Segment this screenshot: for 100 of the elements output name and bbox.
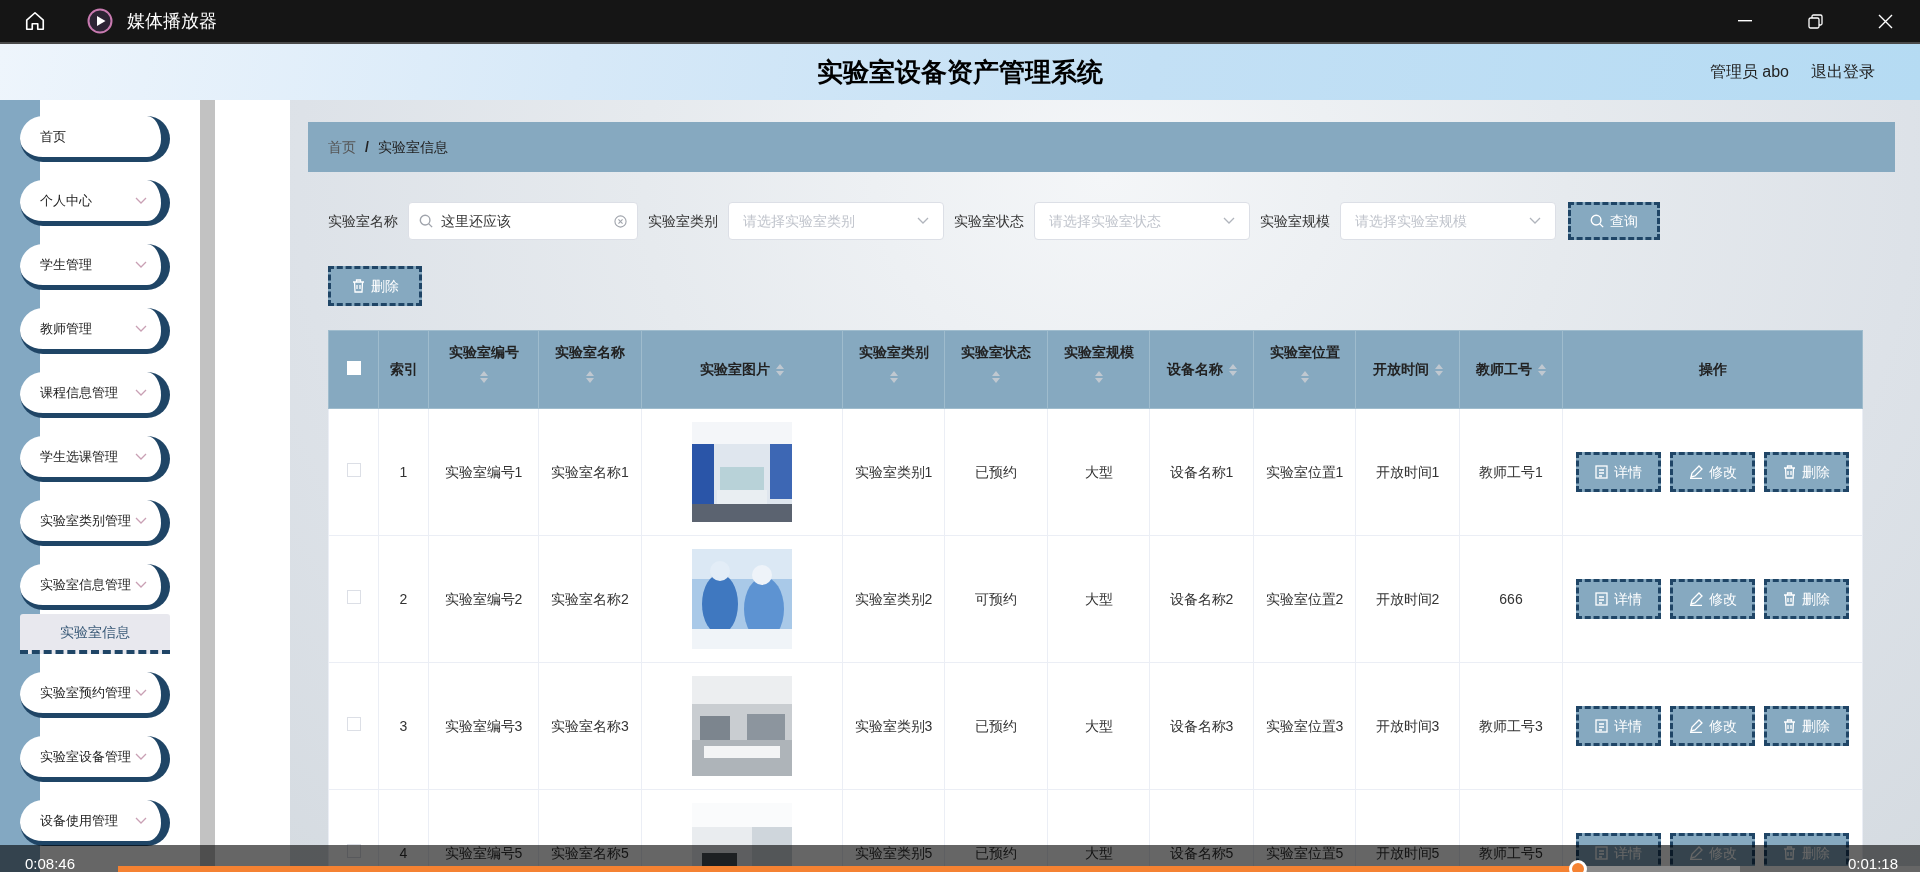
checkbox[interactable] [346,463,361,477]
table-cell: 4 [399,845,408,861]
table-cell: 设备名称1 [1169,464,1234,480]
column-label: 开放时间 [1372,360,1429,379]
column-label: 实验室图片 [700,360,770,379]
logout-link[interactable]: 退出登录 [1811,60,1875,84]
column-label: 实验室规模 [1063,342,1134,362]
checkbox[interactable] [346,590,361,604]
checkbox[interactable] [346,717,361,731]
menu-label: 实验室预约管理 [40,683,131,702]
sidebar-item[interactable]: 实验室类别管理 [20,500,170,546]
menu-label: 实验室类别管理 [40,511,131,530]
trash-icon [1783,465,1796,479]
table-cell: 2 [399,591,408,607]
chevron-down-icon [135,752,147,761]
table-cell: 设备名称2 [1169,591,1234,607]
sort-icon[interactable] [1228,363,1237,376]
table-cell: 已预约 [975,845,1017,861]
sort-icon[interactable] [776,363,784,376]
sidebar-item[interactable]: 课程信息管理 [20,372,170,418]
select-field[interactable]: 请选择实验室规模 [1340,202,1556,240]
select-field[interactable]: 请选择实验室类别 [728,202,944,240]
table-cell: 实验室名称5 [551,845,629,861]
sidebar-item[interactable]: 实验室设备管理 [20,736,170,782]
menu-label: 实验室信息管理 [40,575,131,594]
sidebar-item[interactable]: 个人中心 [20,180,170,226]
sort-icon[interactable] [992,370,1000,383]
table-cell: 实验室名称3 [551,718,629,734]
sidebar-item[interactable]: 首页 [20,116,170,162]
sort-icon[interactable] [479,370,488,383]
menu-label: 课程信息管理 [40,383,118,402]
table-cell: 实验室编号3 [444,718,523,734]
query-button[interactable]: 查询 [1568,202,1660,240]
sort-icon[interactable] [889,370,898,383]
sidebar-item[interactable]: 实验室信息管理 [20,564,170,610]
filter-label: 实验室规模 [1260,211,1330,231]
table-cell: 教师工号5 [1479,845,1543,861]
checkbox[interactable] [346,844,361,858]
pencil-icon [1688,465,1703,479]
pencil-icon [1688,592,1703,606]
edit-button[interactable]: 修改 [1670,579,1755,619]
table-cell: 开放时间5 [1375,845,1440,861]
sidebar-item[interactable]: 学生管理 [20,244,170,290]
home-icon[interactable] [24,10,46,32]
column-label: 操作 [1698,360,1727,379]
chevron-down-icon [917,217,929,225]
sort-icon[interactable] [1094,370,1103,383]
chevron-down-icon [135,580,147,589]
placeholder-text: 请选择实验室规模 [1355,211,1467,231]
edit-button[interactable]: 修改 [1670,706,1755,746]
column-label: 实验室名称 [555,342,625,362]
details-button[interactable]: 详情 [1576,452,1661,492]
document-icon [1595,719,1608,733]
search-field[interactable]: 这里还应该 [408,202,638,240]
text-input[interactable]: 这里还应该 [441,210,606,232]
chevron-down-icon [135,196,147,205]
table-cell: 设备名称5 [1169,845,1234,861]
table-cell: 开放时间2 [1375,591,1440,607]
details-button[interactable]: 详情 [1576,706,1661,746]
edit-button[interactable]: 修改 [1670,452,1755,492]
table-cell: 实验室名称2 [551,591,629,607]
table-cell: 已预约 [975,718,1017,734]
clear-icon[interactable] [614,214,627,228]
sort-icon[interactable] [1434,363,1443,376]
breadcrumb-separator: / [365,137,369,157]
sidebar-item[interactable]: 学生选课管理 [20,436,170,482]
delete-button[interactable]: 删除 [1764,579,1849,619]
breadcrumb-link[interactable]: 首页 [328,136,356,158]
delete-button[interactable]: 删除 [1764,452,1849,492]
search-icon [1590,214,1604,228]
trash-icon [1783,719,1796,733]
table-cell: 666 [1499,591,1523,607]
window-title: 媒体播放器 [127,9,217,33]
submenu-item[interactable]: 实验室信息 [20,614,170,654]
sort-icon[interactable] [1300,370,1309,383]
table-cell: 可预约 [975,591,1017,607]
sort-icon[interactable] [1538,363,1546,376]
search-icon [419,214,433,228]
document-icon [1595,465,1608,479]
chevron-down-icon [135,452,147,461]
document-icon [1595,846,1608,860]
sidebar-item[interactable]: 教师管理 [20,308,170,354]
details-button[interactable]: 详情 [1576,579,1661,619]
delete-button[interactable]: 删除 [328,266,422,306]
select-field[interactable]: 请选择实验室状态 [1034,202,1250,240]
pencil-icon [1688,719,1703,733]
table-cell: 实验室位置3 [1265,718,1344,734]
table-cell: 3 [399,718,408,734]
pencil-icon [1688,846,1703,860]
table-cell: 开放时间1 [1375,464,1440,480]
delete-button[interactable]: 删除 [1764,706,1849,746]
sort-icon[interactable] [586,370,594,383]
column-label: 设备名称 [1166,360,1223,379]
elapsed-time: 0:08:46 [25,856,76,871]
placeholder-text: 请选择实验室状态 [1049,211,1161,231]
sidebar-item[interactable]: 实验室预约管理 [20,672,170,718]
table-cell: 教师工号3 [1479,718,1543,734]
sidebar-item[interactable]: 设备使用管理 [20,800,170,846]
table-cell: 教师工号1 [1479,464,1543,480]
table-cell: 实验室编号2 [444,591,523,607]
